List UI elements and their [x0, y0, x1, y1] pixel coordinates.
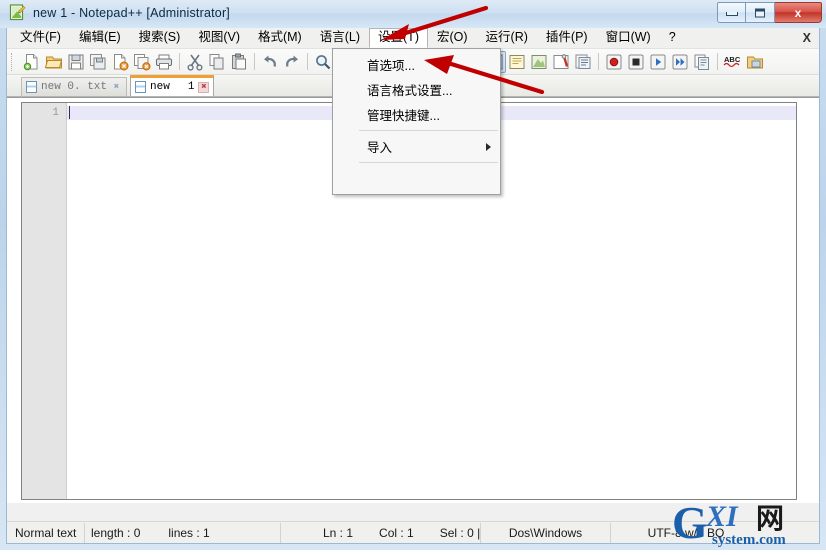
menu-item-shortcut-mapper[interactable]: 管理快捷键... — [333, 102, 500, 127]
menu-run[interactable]: 运行(R) — [477, 28, 537, 48]
minimize-button[interactable] — [717, 2, 746, 23]
menu-plugins[interactable]: 插件(P) — [537, 28, 597, 48]
print-icon[interactable] — [153, 51, 175, 73]
status-length: length : 0 — [91, 525, 141, 540]
find-icon[interactable] — [312, 51, 334, 73]
menu-bar: 文件(F) 编辑(E) 搜索(S) 视图(V) 格式(M) 语言(L) 设置(T… — [7, 28, 819, 49]
status-metrics: length : 0 lines : 1 — [85, 522, 281, 543]
cut-icon[interactable] — [184, 51, 206, 73]
copy-icon[interactable] — [206, 51, 228, 73]
tab-label-suffix: 1 — [187, 81, 195, 93]
tab-close-icon[interactable]: ✖ — [111, 82, 122, 93]
record-macro-icon[interactable] — [603, 51, 625, 73]
save-icon[interactable] — [65, 51, 87, 73]
save-all-icon[interactable] — [87, 51, 109, 73]
menu-settings[interactable]: 设置(T) — [369, 28, 428, 48]
menu-file[interactable]: 文件(F) — [11, 28, 70, 48]
menu-item-import[interactable]: 导入 — [333, 134, 500, 159]
menu-help[interactable]: ? — [660, 28, 685, 48]
menu-separator — [335, 162, 498, 163]
status-document-type: Normal text — [7, 522, 85, 543]
line-number: 1 — [52, 107, 59, 119]
toolbar-separator — [254, 53, 255, 70]
status-col: Col : 1 — [379, 525, 414, 540]
menu-view[interactable]: 视图(V) — [189, 28, 249, 48]
menu-item-edit-popup-context-menu[interactable] — [333, 166, 500, 191]
status-ln: Ln : 1 — [323, 525, 354, 540]
menu-item-preferences[interactable]: 首选项... — [333, 52, 500, 77]
save-macro-icon[interactable] — [691, 51, 713, 73]
menu-search[interactable]: 搜索(S) — [130, 28, 190, 48]
menu-item-style-configurator[interactable]: 语言格式设置... — [333, 77, 500, 102]
close-all-files-icon[interactable] — [131, 51, 153, 73]
menu-separator — [335, 130, 498, 131]
status-sel: Sel : 0 | 0 — [439, 525, 481, 540]
tab-new-0-txt[interactable]: new 0. txt ✖ — [21, 77, 128, 96]
spell-check-icon[interactable]: ABC — [722, 51, 744, 73]
new-file-icon[interactable] — [21, 51, 43, 73]
paste-icon[interactable] — [228, 51, 250, 73]
toolbar-separator — [179, 53, 180, 70]
title-bar[interactable]: new 1 - Notepad++ [Administrator] x — [0, 0, 826, 28]
menu-language[interactable]: 语言(L) — [311, 28, 369, 48]
tab-new-1[interactable]: new 1 ✖ — [130, 75, 215, 96]
notepad-plus-plus-window: new 1 - Notepad++ [Administrator] x 文件(F… — [0, 0, 826, 550]
close-icon: x — [794, 5, 802, 20]
menu-edit[interactable]: 编辑(E) — [70, 28, 130, 48]
menu-item-import-label: 导入 — [367, 141, 393, 155]
close-file-icon[interactable] — [109, 51, 131, 73]
status-eol-format: Dos\Windows — [481, 522, 611, 543]
function-list-icon[interactable] — [572, 51, 594, 73]
toolbar-separator — [717, 53, 718, 70]
maximize-icon — [755, 8, 765, 17]
document-icon — [135, 81, 147, 93]
indent-guide-icon[interactable] — [506, 51, 528, 73]
toolbar-separator — [598, 53, 599, 70]
document-icon — [26, 81, 37, 93]
redo-icon[interactable] — [281, 51, 303, 73]
status-cursor-position: Ln : 1 Col : 1 Sel : 0 | 0 — [281, 522, 481, 543]
status-lines: lines : 1 — [168, 525, 210, 540]
window-controls: x — [717, 2, 822, 23]
title-bar-left: new 1 - Notepad++ [Administrator] — [9, 4, 230, 21]
run-macro-multiple-icon[interactable] — [669, 51, 691, 73]
line-number-gutter: 1 — [22, 103, 67, 499]
status-encoding: UTF-8 w/o BO — [647, 525, 725, 540]
window-title: new 1 - Notepad++ [Administrator] — [33, 5, 230, 20]
settings-dropdown-menu: 首选项... 语言格式设置... 管理快捷键... 导入 — [332, 48, 501, 195]
toolbar-separator — [307, 53, 308, 70]
play-macro-icon[interactable] — [647, 51, 669, 73]
tab-close-icon[interactable]: ✖ — [198, 81, 210, 93]
document-map-icon[interactable] — [550, 51, 572, 73]
minimize-icon — [725, 12, 738, 17]
open-file-icon[interactable] — [43, 51, 65, 73]
menu-format[interactable]: 格式(M) — [249, 28, 311, 48]
tab-label: new — [150, 81, 170, 93]
folder-as-workspace-icon[interactable] — [744, 51, 766, 73]
stop-recording-icon[interactable] — [625, 51, 647, 73]
notepad-plus-plus-icon — [9, 4, 26, 21]
menu-window[interactable]: 窗口(W) — [597, 28, 660, 48]
text-caret — [69, 106, 70, 119]
chevron-right-icon — [486, 142, 491, 151]
svg-text:ABC: ABC — [724, 55, 741, 64]
undo-icon[interactable] — [259, 51, 281, 73]
close-button[interactable]: x — [775, 2, 822, 23]
close-document-button[interactable]: X — [803, 31, 811, 45]
menu-macro[interactable]: 宏(O) — [428, 28, 477, 48]
user-defined-language-icon[interactable] — [528, 51, 550, 73]
maximize-button[interactable] — [746, 2, 775, 23]
tab-label: new 0. txt — [41, 81, 108, 93]
status-bar: Normal text length : 0 lines : 1 Ln : 1 … — [7, 521, 819, 543]
toolbar-grip[interactable] — [11, 52, 17, 71]
